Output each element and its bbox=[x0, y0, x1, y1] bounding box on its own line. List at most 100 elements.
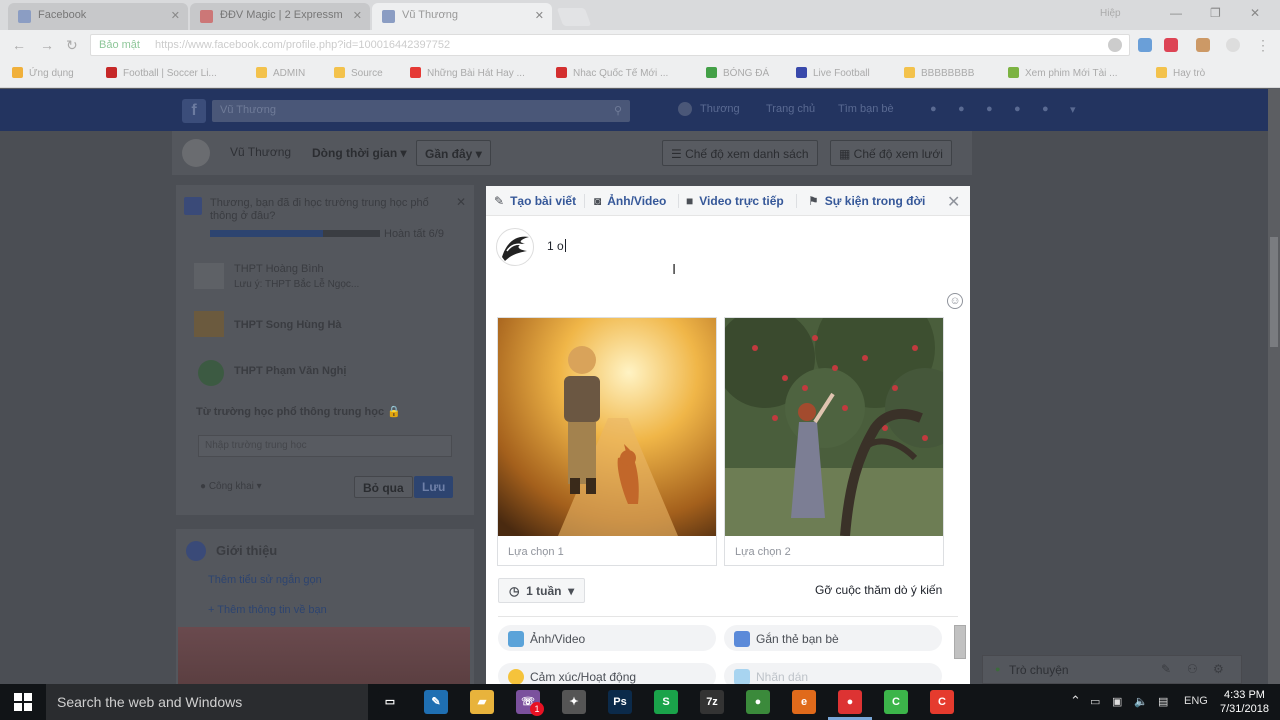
friend-requests-icon[interactable]: ● bbox=[930, 103, 937, 115]
add-bio-link[interactable]: Thêm tiểu sử ngắn gọn bbox=[208, 574, 322, 586]
close-tab-icon[interactable]: ✕ bbox=[535, 9, 544, 22]
duration-dropdown[interactable]: ◷ 1 tuần ▾ bbox=[498, 578, 586, 603]
bookmark-item[interactable]: Source bbox=[334, 67, 383, 79]
compose-icon[interactable]: ✎ bbox=[1161, 662, 1171, 676]
battery-icon[interactable]: ▭ bbox=[1090, 695, 1100, 708]
close-window-icon[interactable]: ✕ bbox=[1250, 6, 1260, 20]
bookmark-item[interactable]: ADMIN bbox=[256, 67, 305, 79]
save-button[interactable]: Lưu bbox=[414, 476, 454, 498]
bookmark-item[interactable]: BBBBBBBB bbox=[904, 67, 974, 79]
list-view-button[interactable]: ☰ Chế độ xem danh sách bbox=[662, 140, 818, 166]
bookmark-item[interactable]: Xem phim Mới Tài ... bbox=[1008, 67, 1118, 79]
profile-name[interactable]: Hiệp bbox=[1100, 8, 1121, 19]
more-icon[interactable]: ▾ bbox=[1070, 103, 1076, 116]
grid-view-button[interactable]: ▦ Chế độ xem lưới bbox=[830, 140, 952, 166]
scrollbar-thumb[interactable] bbox=[1270, 237, 1278, 347]
app-green-app-icon[interactable]: S bbox=[654, 690, 678, 714]
maximize-icon[interactable]: ❐ bbox=[1210, 6, 1221, 20]
clock[interactable]: 4:33 PM 7/31/2018 bbox=[1220, 688, 1269, 716]
url-input[interactable]: Bảo mật https://www.facebook.com/profile… bbox=[90, 34, 1130, 56]
featured-photo[interactable] bbox=[178, 627, 470, 684]
edge-app-app-icon[interactable]: e bbox=[792, 690, 816, 714]
school-name[interactable]: THPT Song Hùng Hà bbox=[234, 319, 342, 331]
bookmark-item[interactable]: Live Football bbox=[796, 67, 870, 79]
tray-overflow-icon[interactable]: ⌃ bbox=[1070, 693, 1081, 709]
search-icon[interactable]: ⚲ bbox=[614, 104, 622, 117]
close-tab-icon[interactable]: ✕ bbox=[171, 9, 180, 22]
choice-photo-boy-cat[interactable] bbox=[498, 318, 716, 536]
timeline-filter-dropdown[interactable]: Dòng thời gian ▾ bbox=[304, 140, 415, 166]
options-scrollbar[interactable] bbox=[954, 625, 966, 659]
school-name[interactable]: THPT Phạm Văn Nghị bbox=[234, 365, 346, 377]
school-input[interactable]: Nhập trường trung học bbox=[198, 435, 452, 457]
bookmark-item[interactable]: Những Bài Hát Hay ... bbox=[410, 67, 525, 79]
tab-create-post[interactable]: ✎ Tạo bài viết bbox=[494, 194, 576, 208]
recent-filter-dropdown[interactable]: Gần đây ▾ bbox=[416, 140, 491, 166]
camtasia-green-app-icon[interactable]: C bbox=[884, 690, 908, 714]
option-tag-friends[interactable]: Gắn thẻ bạn bè bbox=[724, 625, 942, 651]
chrome-active-app-icon[interactable]: ● bbox=[838, 690, 862, 714]
option-photo-video[interactable]: Ảnh/Video bbox=[498, 625, 716, 651]
photoshop-app-icon[interactable]: Ps bbox=[608, 690, 632, 714]
choice-label[interactable]: Lựa chọn 2 bbox=[735, 546, 791, 558]
page-scrollbar[interactable] bbox=[1268, 89, 1280, 684]
add-info-link[interactable]: + Thêm thông tin về bạn bbox=[208, 604, 327, 616]
choice-label[interactable]: Lựa chọn 1 bbox=[508, 546, 564, 558]
reload-icon[interactable]: ↻ bbox=[66, 37, 78, 54]
bookmark-item[interactable]: BÓNG ĐÁ bbox=[706, 67, 769, 79]
messages-icon[interactable]: ● bbox=[958, 103, 965, 115]
notifications-icon[interactable]: ● bbox=[986, 103, 993, 115]
forward-icon[interactable]: → bbox=[40, 37, 54, 53]
option-feeling-activity[interactable]: Cảm xúc/Hoạt động bbox=[498, 663, 716, 686]
tab-vu-thuong[interactable]: Vũ Thương ✕ bbox=[372, 3, 552, 30]
option-sticker[interactable]: Nhãn dán bbox=[724, 663, 942, 686]
group-icon[interactable]: ⚇ bbox=[1187, 662, 1198, 676]
gear-icon[interactable]: ⚙ bbox=[1213, 662, 1224, 676]
emoji-icon[interactable]: ☺ bbox=[947, 293, 963, 309]
menu-icon[interactable]: ⋮ bbox=[1256, 37, 1270, 54]
tab-photo-video[interactable]: ◙ Ảnh/Video bbox=[594, 194, 666, 208]
action-center-icon[interactable]: ▤ bbox=[1158, 695, 1168, 708]
extension-icon[interactable] bbox=[1138, 38, 1152, 52]
account-menu-icon[interactable]: ● bbox=[1042, 103, 1049, 115]
skip-button[interactable]: Bỏ qua bbox=[354, 476, 413, 498]
remove-poll-link[interactable]: Gỡ cuộc thăm dò ý kiến bbox=[815, 583, 942, 597]
close-tab-icon[interactable]: ✕ bbox=[353, 9, 362, 22]
bookmark-item[interactable]: Hay trò bbox=[1156, 67, 1205, 79]
camtasia-red-app-icon[interactable]: C bbox=[930, 690, 954, 714]
language-indicator[interactable]: ENG bbox=[1184, 695, 1208, 707]
new-tab-button[interactable] bbox=[556, 8, 592, 26]
star-icon[interactable] bbox=[1108, 38, 1122, 52]
choice-photo-girl-tree[interactable] bbox=[725, 318, 943, 536]
app-blue-app-icon[interactable]: ✎ bbox=[424, 690, 448, 714]
close-icon[interactable]: ✕ bbox=[456, 195, 466, 209]
bookmark-item[interactable]: Ứng dụng bbox=[12, 67, 74, 79]
tab-magic[interactable]: ĐĐV Magic | 2 Expressm ✕ bbox=[190, 3, 370, 30]
file-explorer-app-icon[interactable]: ▰ bbox=[470, 690, 494, 714]
facebook-logo-icon[interactable]: f bbox=[182, 99, 206, 123]
facebook-search-input[interactable]: Vũ Thương ⚲ bbox=[212, 100, 630, 122]
app-bird-app-icon[interactable]: ✦ bbox=[562, 690, 586, 714]
network-icon[interactable]: ▣ bbox=[1112, 695, 1122, 708]
tab-life-event[interactable]: ⚑ Sự kiện trong đời bbox=[808, 194, 925, 208]
extension-icon[interactable] bbox=[1226, 38, 1240, 52]
nav-profile[interactable]: Thương bbox=[700, 103, 740, 115]
poll-choice-1[interactable]: Lựa chọn 1 bbox=[497, 317, 717, 566]
7zip-app-icon[interactable]: 7z bbox=[700, 690, 724, 714]
task-view-app-icon[interactable]: ▭ bbox=[378, 690, 402, 714]
chat-bar[interactable]: ● Trò chuyện ✎ ⚇ ⚙ bbox=[982, 655, 1242, 684]
close-icon[interactable]: ✕ bbox=[947, 192, 960, 212]
bookmark-item[interactable]: Nhac Quốc Tế Mới ... bbox=[556, 67, 668, 79]
extension-icon[interactable] bbox=[1164, 38, 1178, 52]
profile-name[interactable]: Vũ Thương bbox=[230, 145, 291, 159]
school-name[interactable]: THPT Hoàng Bình bbox=[234, 263, 324, 275]
back-icon[interactable]: ← bbox=[12, 37, 26, 53]
taskbar-search-box[interactable]: Search the web and Windows bbox=[46, 684, 368, 720]
nav-home[interactable]: Trang chủ bbox=[766, 103, 815, 115]
poll-choice-2[interactable]: Lựa chọn 2 bbox=[724, 317, 944, 566]
tab-facebook[interactable]: Facebook ✕ bbox=[8, 3, 188, 30]
minimize-icon[interactable]: — bbox=[1170, 6, 1182, 20]
volume-icon[interactable]: 🔈 bbox=[1134, 695, 1148, 708]
tab-live-video[interactable]: ■ Video trực tiếp bbox=[686, 194, 784, 208]
extension-icon[interactable] bbox=[1196, 38, 1210, 52]
